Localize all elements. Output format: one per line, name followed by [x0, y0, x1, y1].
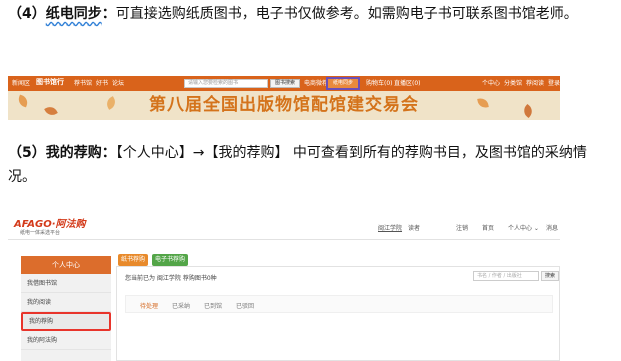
filter-arrived[interactable]: 已到馆 [204, 301, 222, 310]
afago-logo-subtitle: 纸电一体采选平台 [20, 230, 61, 236]
tab-ebook-recommend[interactable]: 电子书荐购 [152, 254, 188, 266]
screenshot-site-banner: 新闻区 图书馆行 荐书馆 好书 论坛 请输入您要检索的图书 图书搜索 电商微荐 … [8, 76, 560, 120]
sidebar-item-my-afago[interactable]: 我的阿法购 [21, 331, 111, 350]
nav-item-cart[interactable]: 购物车(0) [366, 79, 393, 88]
filter-pending[interactable]: 待处理 [140, 301, 158, 310]
section-4-text: 可直接选购纸质图书，电子书仅做参考。如需购电子书可联系图书馆老师。 [115, 6, 578, 22]
nav-item-category[interactable]: 分类馆 [504, 79, 522, 88]
nav-search-button[interactable]: 图书搜索 [270, 79, 300, 88]
section-5-paragraph: （5）我的荐购：【个人中心】→【我的荐购】 中可查看到所有的荐购书目，及图书馆的… [8, 141, 613, 189]
header-personal-center-menu[interactable]: 个人中心 ⌄ [508, 223, 539, 232]
nav-item-personal[interactable]: 个中心 [482, 79, 500, 88]
book-search-input[interactable]: 书名 / 作者 / 出版社 [473, 271, 539, 281]
banner-title: 第八届全国出版物馆配馆建交易会 [149, 95, 419, 115]
status-filter-bar: 待处理 已采纳 已到馆 已驳回 [125, 295, 553, 313]
book-search-button[interactable]: 搜索 [541, 271, 559, 281]
section-4-number: （4） [8, 6, 46, 22]
header-home-link[interactable]: 首页 [482, 223, 494, 232]
nav-search-input[interactable]: 请输入您要检索的图书 [184, 79, 268, 88]
nav-item-recommend[interactable]: 荐书馆 [74, 79, 92, 88]
filter-rejected[interactable]: 已驳回 [236, 301, 254, 310]
header-messages-link[interactable]: 消息 [546, 223, 558, 232]
nav-item-login[interactable]: 登录 [548, 79, 560, 88]
section-4-heading: 纸电同步 [45, 6, 102, 22]
sidebar-header: 个人中心 [21, 256, 111, 274]
screenshot-personal-center: AFAGO·阿法购 纸电一体采选平台 闽江学院 读者 注销 首页 个人中心 ⌄ … [8, 212, 560, 361]
nav-item-ebook-recommend[interactable]: 电商微荐 [304, 79, 328, 88]
sidebar-item-reading[interactable]: 我的阅读 [21, 293, 111, 312]
section-5-number: （5） [8, 145, 46, 161]
header-library-name[interactable]: 闽江学院 [378, 223, 402, 232]
afago-logo[interactable]: AFAGO·阿法购 [14, 215, 86, 230]
recommendation-panel: 您当前已为 闽江学院 荐购图书0种 书名 / 作者 / 出版社 搜索 待处理 已… [116, 266, 560, 361]
nav-item-live[interactable]: 直播区(0) [394, 79, 421, 88]
nav-tab-paper-ebook-sync[interactable]: 纸电同步 [326, 77, 360, 90]
recommendation-summary: 您当前已为 闽江学院 荐购图书0种 [125, 275, 217, 282]
nav-item-news[interactable]: 新闻区 [12, 79, 30, 88]
sidebar-item-my-recommendations[interactable]: 我的荐购 [21, 312, 111, 331]
personal-center-sidebar: 个人中心 我借图书馆 我的阅读 我的荐购 我的阿法购 [21, 256, 111, 361]
nav-logo[interactable]: 图书馆行 [36, 78, 64, 87]
sidebar-item-borrow[interactable]: 我借图书馆 [21, 274, 111, 293]
section-5-heading: 我的荐购 [45, 145, 102, 161]
tab-paper-recommend[interactable]: 纸书荐购 [118, 254, 148, 266]
nav-item-reading[interactable]: 荐阅读 [526, 79, 544, 88]
section-4-paragraph: （4）纸电同步：可直接选购纸质图书，电子书仅做参考。如需购电子书可联系图书馆老师… [8, 2, 613, 26]
nav-item-good-books[interactable]: 好书 [96, 79, 108, 88]
nav-item-forum[interactable]: 论坛 [112, 79, 124, 88]
section-4-colon: ： [101, 6, 116, 22]
header-user-role: 读者 [408, 225, 421, 232]
site-header: AFAGO·阿法购 纸电一体采选平台 闽江学院 读者 注销 首页 个人中心 ⌄ … [8, 212, 560, 240]
header-logout-link[interactable]: 注销 [456, 223, 468, 232]
top-nav-bar: 新闻区 图书馆行 荐书馆 好书 论坛 请输入您要检索的图书 图书搜索 电商微荐 … [8, 76, 560, 91]
filter-adopted[interactable]: 已采纳 [172, 301, 190, 310]
section-5-colon: ： [101, 145, 116, 161]
